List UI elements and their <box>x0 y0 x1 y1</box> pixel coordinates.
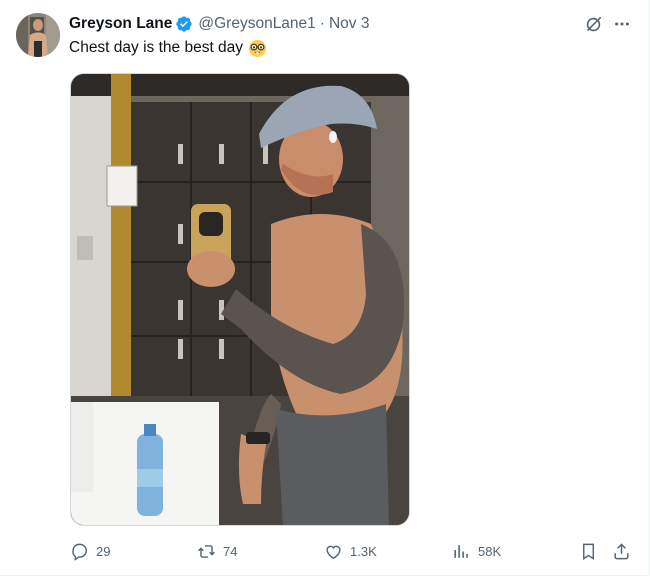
share-button[interactable] <box>612 540 631 562</box>
heart-icon <box>326 545 341 559</box>
nerd-face-emoji-icon <box>248 39 267 58</box>
like-count: 1.3K <box>350 543 377 559</box>
tweet-photo[interactable] <box>70 73 410 526</box>
repost-count: 74 <box>223 543 238 559</box>
reply-count: 29 <box>96 543 111 559</box>
tweet-actions: 29 74 1.3K 58K <box>0 540 650 562</box>
verified-badge-icon[interactable] <box>175 15 193 33</box>
tweet-header: Greyson Lane @GreysonLane1 · Nov 3 <box>69 14 369 34</box>
share-icon <box>614 542 629 559</box>
handle[interactable]: @GreysonLane1 <box>198 15 315 33</box>
tweet[interactable]: Greyson Lane @GreysonLane1 · Nov 3 Chest… <box>0 0 650 576</box>
like-button[interactable]: 1.3K <box>324 540 377 562</box>
repost-button[interactable]: 74 <box>197 540 237 562</box>
separator-dot: · <box>319 15 325 32</box>
repost-icon <box>198 544 215 558</box>
avatar-image <box>16 13 60 57</box>
views-count: 58K <box>478 543 502 559</box>
more-icon[interactable] <box>612 14 632 34</box>
avatar[interactable] <box>16 13 60 57</box>
reply-icon <box>72 543 87 561</box>
bookmark-icon <box>583 543 594 560</box>
grok-icon[interactable] <box>583 14 603 34</box>
views-icon <box>454 544 468 558</box>
bookmark-button[interactable] <box>579 540 598 562</box>
reply-button[interactable]: 29 <box>70 540 110 562</box>
tweet-text-content: Chest day is the best day <box>69 39 244 56</box>
display-name[interactable]: Greyson Lane <box>69 15 172 33</box>
timestamp[interactable]: Nov 3 <box>329 15 370 33</box>
tweet-text: Chest day is the best day <box>69 38 267 58</box>
gym-selfie-photo <box>71 74 409 525</box>
views-button[interactable]: 58K <box>452 540 501 562</box>
